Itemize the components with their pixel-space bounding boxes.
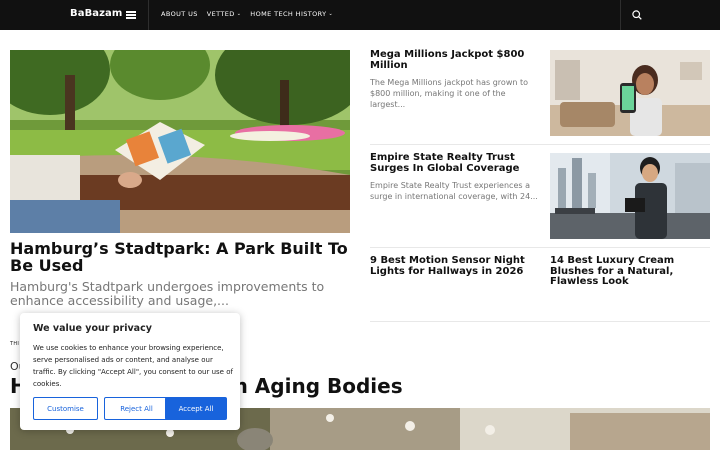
header-divider [148, 0, 149, 30]
site-logo[interactable]: BaBazam [70, 8, 122, 19]
main-nav: ABOUT US VETTED ⌄ HOME TECH HISTORY ⌄ [161, 10, 333, 18]
section-label: THI [10, 341, 20, 347]
hero-image[interactable] [10, 50, 350, 233]
article-title[interactable]: Empire State Realty Trust Surges In Glob… [370, 152, 540, 174]
hero-excerpt: Hamburg's Stadtpark undergoes improvemen… [10, 279, 325, 308]
divider [370, 247, 710, 248]
accept-all-button[interactable]: Accept All [165, 397, 227, 420]
top-navigation-bar: BaBazam ABOUT US VETTED ⌄ HOME TECH HISTO… [0, 0, 720, 30]
article-title[interactable]: Mega Millions Jackpot $800 Million [370, 49, 540, 71]
article-excerpt: Empire State Realty Trust experiences a … [370, 181, 538, 201]
nav-item-home-tech-history[interactable]: HOME TECH HISTORY ⌄ [250, 10, 333, 18]
header-divider [620, 0, 621, 30]
nav-item-label: ABOUT US [161, 10, 198, 18]
cookie-title: We value your privacy [33, 323, 152, 334]
reject-all-button[interactable]: Reject All [104, 397, 169, 420]
chevron-down-icon: ⌄ [236, 11, 242, 17]
hero-title[interactable]: Hamburg’s Stadtpark: A Park Built To Be … [10, 240, 355, 274]
divider [370, 144, 710, 145]
search-icon[interactable] [632, 10, 642, 20]
customise-button[interactable]: Customise [33, 397, 98, 420]
hamburger-menu-icon[interactable] [126, 11, 136, 19]
article-title[interactable]: 14 Best Luxury Cream Blushes for a Natur… [550, 255, 715, 288]
cookie-consent-dialog: We value your privacy We use cookies to … [20, 313, 240, 430]
article-excerpt: The Mega Millions jackpot has grown to $… [370, 78, 529, 109]
divider [370, 321, 710, 322]
cookie-text: We use cookies to enhance your browsing … [33, 344, 233, 388]
article-title[interactable]: 9 Best Motion Sensor Night Lights for Ha… [370, 255, 540, 277]
chevron-down-icon: ⌄ [328, 11, 334, 17]
nav-item-label: VETTED [206, 10, 235, 18]
nav-item-about-us[interactable]: ABOUT US [161, 10, 198, 18]
nav-item-vetted[interactable]: VETTED ⌄ [207, 10, 242, 18]
article-thumbnail[interactable] [550, 153, 710, 239]
article-thumbnail[interactable] [550, 50, 710, 136]
nav-item-label: HOME TECH HISTORY [250, 10, 327, 18]
